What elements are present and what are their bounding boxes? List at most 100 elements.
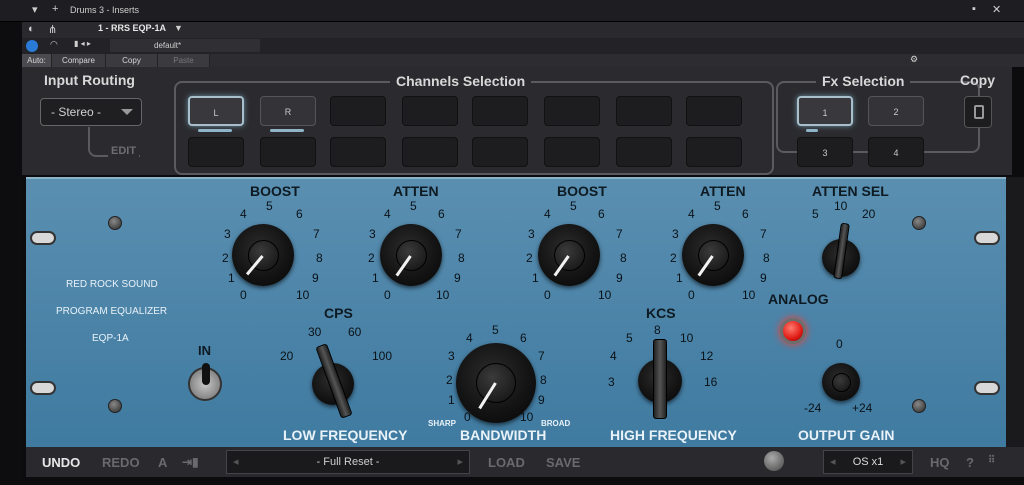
- atten-sel-10: 10: [834, 199, 848, 213]
- scale-2: 2: [670, 251, 677, 265]
- paste-button[interactable]: Paste: [158, 54, 210, 67]
- in-label: IN: [198, 343, 211, 358]
- prev-preset-icon[interactable]: ◂: [233, 451, 239, 473]
- oversampling-selector[interactable]: ◂ OS x1 ▸: [823, 450, 913, 474]
- close-icon[interactable]: ✕: [992, 3, 1001, 16]
- power-icon[interactable]: ◐: [28, 23, 35, 35]
- input-routing-dropdown[interactable]: - Stereo -: [40, 98, 142, 126]
- add-icon[interactable]: +: [52, 3, 58, 15]
- scale-4: 4: [544, 207, 551, 221]
- pin-icon[interactable]: ▪: [972, 3, 976, 15]
- channel-button[interactable]: [472, 137, 528, 167]
- output-gain-0: 0: [836, 337, 843, 351]
- high-atten-knob[interactable]: [682, 224, 744, 286]
- compare-button[interactable]: Compare: [52, 54, 106, 67]
- input-routing-title: Input Routing: [44, 72, 135, 88]
- oversampling-value: OS x1: [852, 456, 884, 468]
- low-boost-knob[interactable]: [232, 224, 294, 286]
- fx-button-2[interactable]: 2: [868, 96, 924, 126]
- channel-l-indicator: [198, 129, 232, 132]
- output-gain-knob[interactable]: [822, 363, 860, 401]
- channel-button[interactable]: [686, 137, 742, 167]
- preset-nav-icon[interactable]: ▮ ◂ ▸: [74, 39, 91, 48]
- preset-selector[interactable]: ◂ - Full Reset - ▸: [226, 450, 470, 474]
- in-switch[interactable]: [188, 363, 222, 401]
- selector-lever: [833, 222, 850, 280]
- plugin-window: ▾ + Drums 3 - Inserts ▪ ✕ ◐ ⋔ 1 - RRS EQ…: [0, 0, 1024, 485]
- title-bar: ▾ + Drums 3 - Inserts ▪ ✕: [0, 0, 1024, 22]
- cps-30: 30: [308, 325, 322, 339]
- low-atten-label: ATTEN: [393, 183, 439, 199]
- analog-led-button[interactable]: [780, 318, 806, 344]
- kcs-label: KCS: [646, 305, 676, 321]
- low-frequency-selector[interactable]: [312, 343, 354, 419]
- save-button[interactable]: SAVE: [546, 455, 580, 470]
- bandwidth-label: BANDWIDTH: [460, 427, 547, 443]
- channel-button[interactable]: [686, 96, 742, 126]
- scale-2: 2: [526, 251, 533, 265]
- kcs-12: 12: [700, 349, 714, 363]
- fx-title: Fx Selection: [816, 73, 911, 89]
- scale-0: 0: [464, 410, 471, 424]
- output-gain-label: OUTPUT GAIN: [798, 427, 895, 443]
- brand-line-3: EQP-1A: [92, 333, 129, 344]
- next-icon[interactable]: ▸: [900, 451, 906, 473]
- routing-icon[interactable]: ⋔: [48, 23, 57, 36]
- scale-1: 1: [532, 271, 539, 285]
- channel-button[interactable]: [544, 96, 600, 126]
- menu-icon[interactable]: ▾: [32, 3, 38, 16]
- brand-line-2: PROGRAM EQUALIZER: [56, 306, 168, 317]
- copy-channel-button[interactable]: [964, 96, 992, 128]
- plugin-select[interactable]: 1 - RRS EQP-1A: [98, 23, 166, 33]
- fx-button-4[interactable]: 4: [868, 137, 924, 167]
- fx-button-3[interactable]: 3: [797, 137, 853, 167]
- brand-line-1: RED ROCK SOUND: [66, 279, 158, 290]
- master-knob[interactable]: [764, 451, 784, 471]
- low-frequency-label: LOW FREQUENCY: [283, 427, 408, 443]
- channel-button-l[interactable]: L: [188, 96, 244, 126]
- redo-button[interactable]: REDO: [102, 455, 140, 470]
- help-button[interactable]: ?: [966, 455, 974, 470]
- sidechain-icon[interactable]: ◠: [50, 39, 58, 50]
- channel-button[interactable]: [544, 137, 600, 167]
- channel-button[interactable]: [188, 137, 244, 167]
- scale-10: 10: [436, 288, 450, 302]
- scale-8: 8: [458, 251, 465, 265]
- scale-1: 1: [676, 271, 683, 285]
- ab-copy-icon[interactable]: ⇥▮: [182, 455, 199, 469]
- chevron-down-icon[interactable]: ▼: [174, 23, 183, 33]
- channel-button[interactable]: [472, 96, 528, 126]
- channel-button[interactable]: [402, 137, 458, 167]
- high-frequency-selector[interactable]: [638, 339, 682, 419]
- resize-grip-icon[interactable]: ⠿: [988, 455, 995, 466]
- channel-button[interactable]: [616, 96, 672, 126]
- high-boost-knob[interactable]: [538, 224, 600, 286]
- prev-icon[interactable]: ◂: [830, 451, 836, 473]
- bypass-power-icon[interactable]: [26, 40, 38, 52]
- channel-button[interactable]: [402, 96, 458, 126]
- channel-button[interactable]: [330, 137, 386, 167]
- next-preset-icon[interactable]: ▸: [457, 451, 463, 473]
- edit-button[interactable]: EDIT: [108, 145, 140, 157]
- load-button[interactable]: LOAD: [488, 455, 525, 470]
- scale-8: 8: [620, 251, 627, 265]
- hq-button[interactable]: HQ: [930, 455, 950, 470]
- settings-gear-icon[interactable]: ⚙: [910, 54, 918, 65]
- undo-button[interactable]: UNDO: [42, 455, 80, 470]
- channel-button-r[interactable]: R: [260, 96, 316, 126]
- host-preset-field[interactable]: default*: [110, 39, 260, 52]
- auto-off-button[interactable]: Auto: Off: [22, 54, 52, 78]
- copy-button[interactable]: Copy: [106, 54, 158, 67]
- scale-4: 4: [466, 331, 473, 345]
- channel-button[interactable]: [616, 137, 672, 167]
- low-atten-knob[interactable]: [380, 224, 442, 286]
- rack-ear-left-bottom: [30, 381, 56, 395]
- channels-title: Channels Selection: [390, 73, 532, 89]
- channel-button[interactable]: [330, 96, 386, 126]
- ab-compare-button[interactable]: A: [158, 455, 167, 470]
- channel-button[interactable]: [260, 137, 316, 167]
- selector-lever: [315, 343, 353, 419]
- atten-sel-knob[interactable]: [822, 222, 860, 280]
- fx-1-indicator: [806, 129, 818, 132]
- fx-button-1[interactable]: 1: [797, 96, 853, 126]
